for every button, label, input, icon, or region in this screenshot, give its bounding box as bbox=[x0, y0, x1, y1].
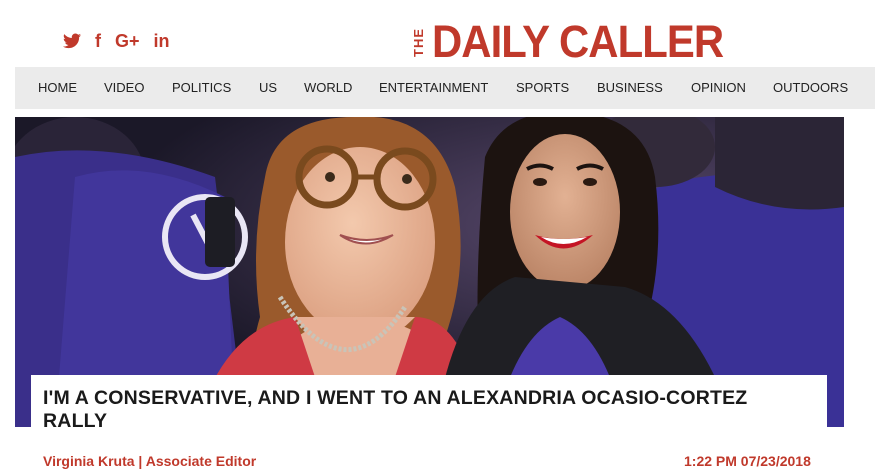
social-links: f G+ in bbox=[63, 30, 170, 52]
nav-item-outdoors[interactable]: OUTDOORS bbox=[773, 67, 848, 109]
nav-item-sports[interactable]: SPORTS bbox=[516, 67, 569, 109]
google-plus-icon[interactable]: G+ bbox=[115, 30, 140, 52]
nav-item-entertainment[interactable]: ENTERTAINMENT bbox=[379, 67, 488, 109]
nav-item-video[interactable]: VIDEO bbox=[104, 67, 144, 109]
nav-item-world[interactable]: WORLD bbox=[304, 67, 352, 109]
logo-wordmark: DAILY CALLER bbox=[432, 16, 724, 67]
twitter-icon[interactable] bbox=[63, 33, 81, 49]
nav-item-home[interactable]: HOME bbox=[38, 67, 77, 109]
article-headline[interactable]: I'M A CONSERVATIVE, AND I WENT TO AN ALE… bbox=[43, 387, 815, 433]
article-timestamp: 1:22 PM 07/23/2018 bbox=[684, 453, 811, 469]
main-nav: HOME VIDEO POLITICS US WORLD ENTERTAINME… bbox=[15, 67, 875, 109]
site-logo[interactable]: THE DAILY CALLER bbox=[411, 16, 745, 67]
logo-the: THE bbox=[411, 27, 426, 57]
facebook-icon[interactable]: f bbox=[95, 30, 101, 52]
linkedin-icon[interactable]: in bbox=[154, 30, 170, 52]
nav-item-opinion[interactable]: OPINION bbox=[691, 67, 746, 109]
nav-item-politics[interactable]: POLITICS bbox=[172, 67, 231, 109]
nav-item-business[interactable]: BUSINESS bbox=[597, 67, 663, 109]
headline-box: I'M A CONSERVATIVE, AND I WENT TO AN ALE… bbox=[31, 375, 827, 443]
nav-item-us[interactable]: US bbox=[259, 67, 277, 109]
article-byline[interactable]: Virginia Kruta | Associate Editor bbox=[43, 453, 256, 469]
